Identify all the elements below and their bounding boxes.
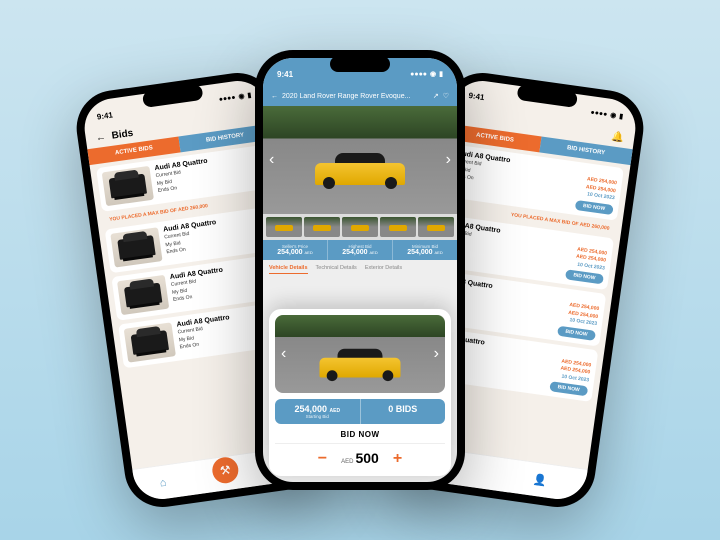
signal-icon: ●●●● xyxy=(590,109,608,118)
heart-icon[interactable]: ♡ xyxy=(443,92,449,100)
increment-button[interactable]: + xyxy=(393,450,402,468)
nav-home-icon[interactable]: ⌂ xyxy=(155,475,171,491)
status-indicators: ●●●● ◉ ▮ xyxy=(590,108,624,120)
price-bar: Seller's Price 254,000 AED Highest Bid 2… xyxy=(263,240,457,260)
minimum-bid: Minimum Bid 254,000 AED xyxy=(393,240,457,260)
tab-exterior-details[interactable]: Exterior Details xyxy=(365,265,402,274)
share-icon[interactable]: ↗ xyxy=(433,92,439,100)
notification-icon[interactable]: 🔔 xyxy=(611,131,625,144)
tab-vehicle-details[interactable]: Vehicle Details xyxy=(269,265,308,274)
bid-now-button[interactable]: BID NOW xyxy=(565,269,604,284)
sellers-price: Seller's Price 254,000 AED xyxy=(263,240,328,260)
wifi-icon: ◉ xyxy=(238,92,245,101)
status-time: 9:41 xyxy=(96,110,113,121)
hero-image: ‹ › xyxy=(263,106,457,214)
modal-next-icon[interactable]: › xyxy=(434,345,439,363)
battery-icon: ▮ xyxy=(247,91,252,99)
car-image xyxy=(315,151,405,189)
tab-technical-details[interactable]: Technical Details xyxy=(316,265,357,274)
status-indicators: ●●●● ◉ ▮ xyxy=(218,91,252,103)
thumbnail[interactable] xyxy=(304,217,340,237)
starting-bid: 254,000 AED Starting Bid xyxy=(275,399,360,424)
modal-prev-icon[interactable]: ‹ xyxy=(281,345,286,363)
status-time: 9:41 xyxy=(277,70,293,79)
bid-card-info: Audi A8 Quattro Current Bid My Bid Ends … xyxy=(154,150,267,199)
bid-now-button[interactable]: BID NOW xyxy=(575,199,614,214)
bid-modal: ✕ ‹ › 254,000 AED Starting Bid 0 BI xyxy=(269,309,451,476)
modal-hero-image: ‹ › xyxy=(275,315,445,393)
battery-icon: ▮ xyxy=(619,112,624,120)
bid-card-image xyxy=(117,275,169,315)
thumbnail[interactable] xyxy=(380,217,416,237)
bid-card-image xyxy=(110,227,162,267)
bid-now-button[interactable]: BID NOW xyxy=(549,381,588,396)
back-icon[interactable]: ← xyxy=(271,93,278,100)
modal-stats: 254,000 AED Starting Bid 0 BIDS xyxy=(275,399,445,424)
detail-header: ← 2020 Land Rover Range Rover Evoque... … xyxy=(263,86,457,106)
detail-title: 2020 Land Rover Range Rover Evoque... xyxy=(282,93,429,100)
nav-profile-icon[interactable]: 👤 xyxy=(532,472,548,488)
highest-bid: Highest Bid 254,000 AED xyxy=(328,240,393,260)
phone-center: 9:41 ●●●● ◉ ▮ ← 2020 Land Rover Range Ro… xyxy=(255,50,465,490)
bid-card-image xyxy=(102,166,154,206)
hero-prev-icon[interactable]: ‹ xyxy=(269,151,274,169)
thumbnail[interactable] xyxy=(266,217,302,237)
battery-icon: ▮ xyxy=(439,70,443,78)
detail-tabs: Vehicle Details Technical Details Exteri… xyxy=(263,260,457,279)
bid-count: 0 BIDS xyxy=(361,399,446,424)
bid-now-label: BID NOW xyxy=(275,424,445,444)
wifi-icon: ◉ xyxy=(430,70,436,78)
nav-gavel-icon[interactable]: ⚒ xyxy=(211,455,240,484)
screen-detail: 9:41 ●●●● ◉ ▮ ← 2020 Land Rover Range Ro… xyxy=(263,58,457,482)
back-icon[interactable]: ← xyxy=(95,132,106,144)
hero-next-icon[interactable]: › xyxy=(446,151,451,169)
bid-now-button[interactable]: BID NOW xyxy=(557,325,596,340)
decrement-button[interactable]: − xyxy=(318,450,327,468)
signal-icon: ●●●● xyxy=(218,94,236,103)
car-image xyxy=(320,347,401,381)
bid-card-image xyxy=(124,322,176,362)
notch xyxy=(330,56,390,72)
page-title: Bids xyxy=(111,128,134,142)
status-time: 9:41 xyxy=(468,90,485,101)
thumbnail[interactable] xyxy=(342,217,378,237)
thumbnail[interactable] xyxy=(418,217,454,237)
signal-icon: ●●●● xyxy=(410,71,427,78)
status-indicators: ●●●● ◉ ▮ xyxy=(410,70,443,78)
bid-amount: AED500 xyxy=(341,450,379,468)
ends-on-label: Ends On xyxy=(157,185,177,194)
thumbnail-strip xyxy=(263,214,457,240)
wifi-icon: ◉ xyxy=(610,111,617,120)
bid-stepper: − AED500 + xyxy=(275,444,445,470)
